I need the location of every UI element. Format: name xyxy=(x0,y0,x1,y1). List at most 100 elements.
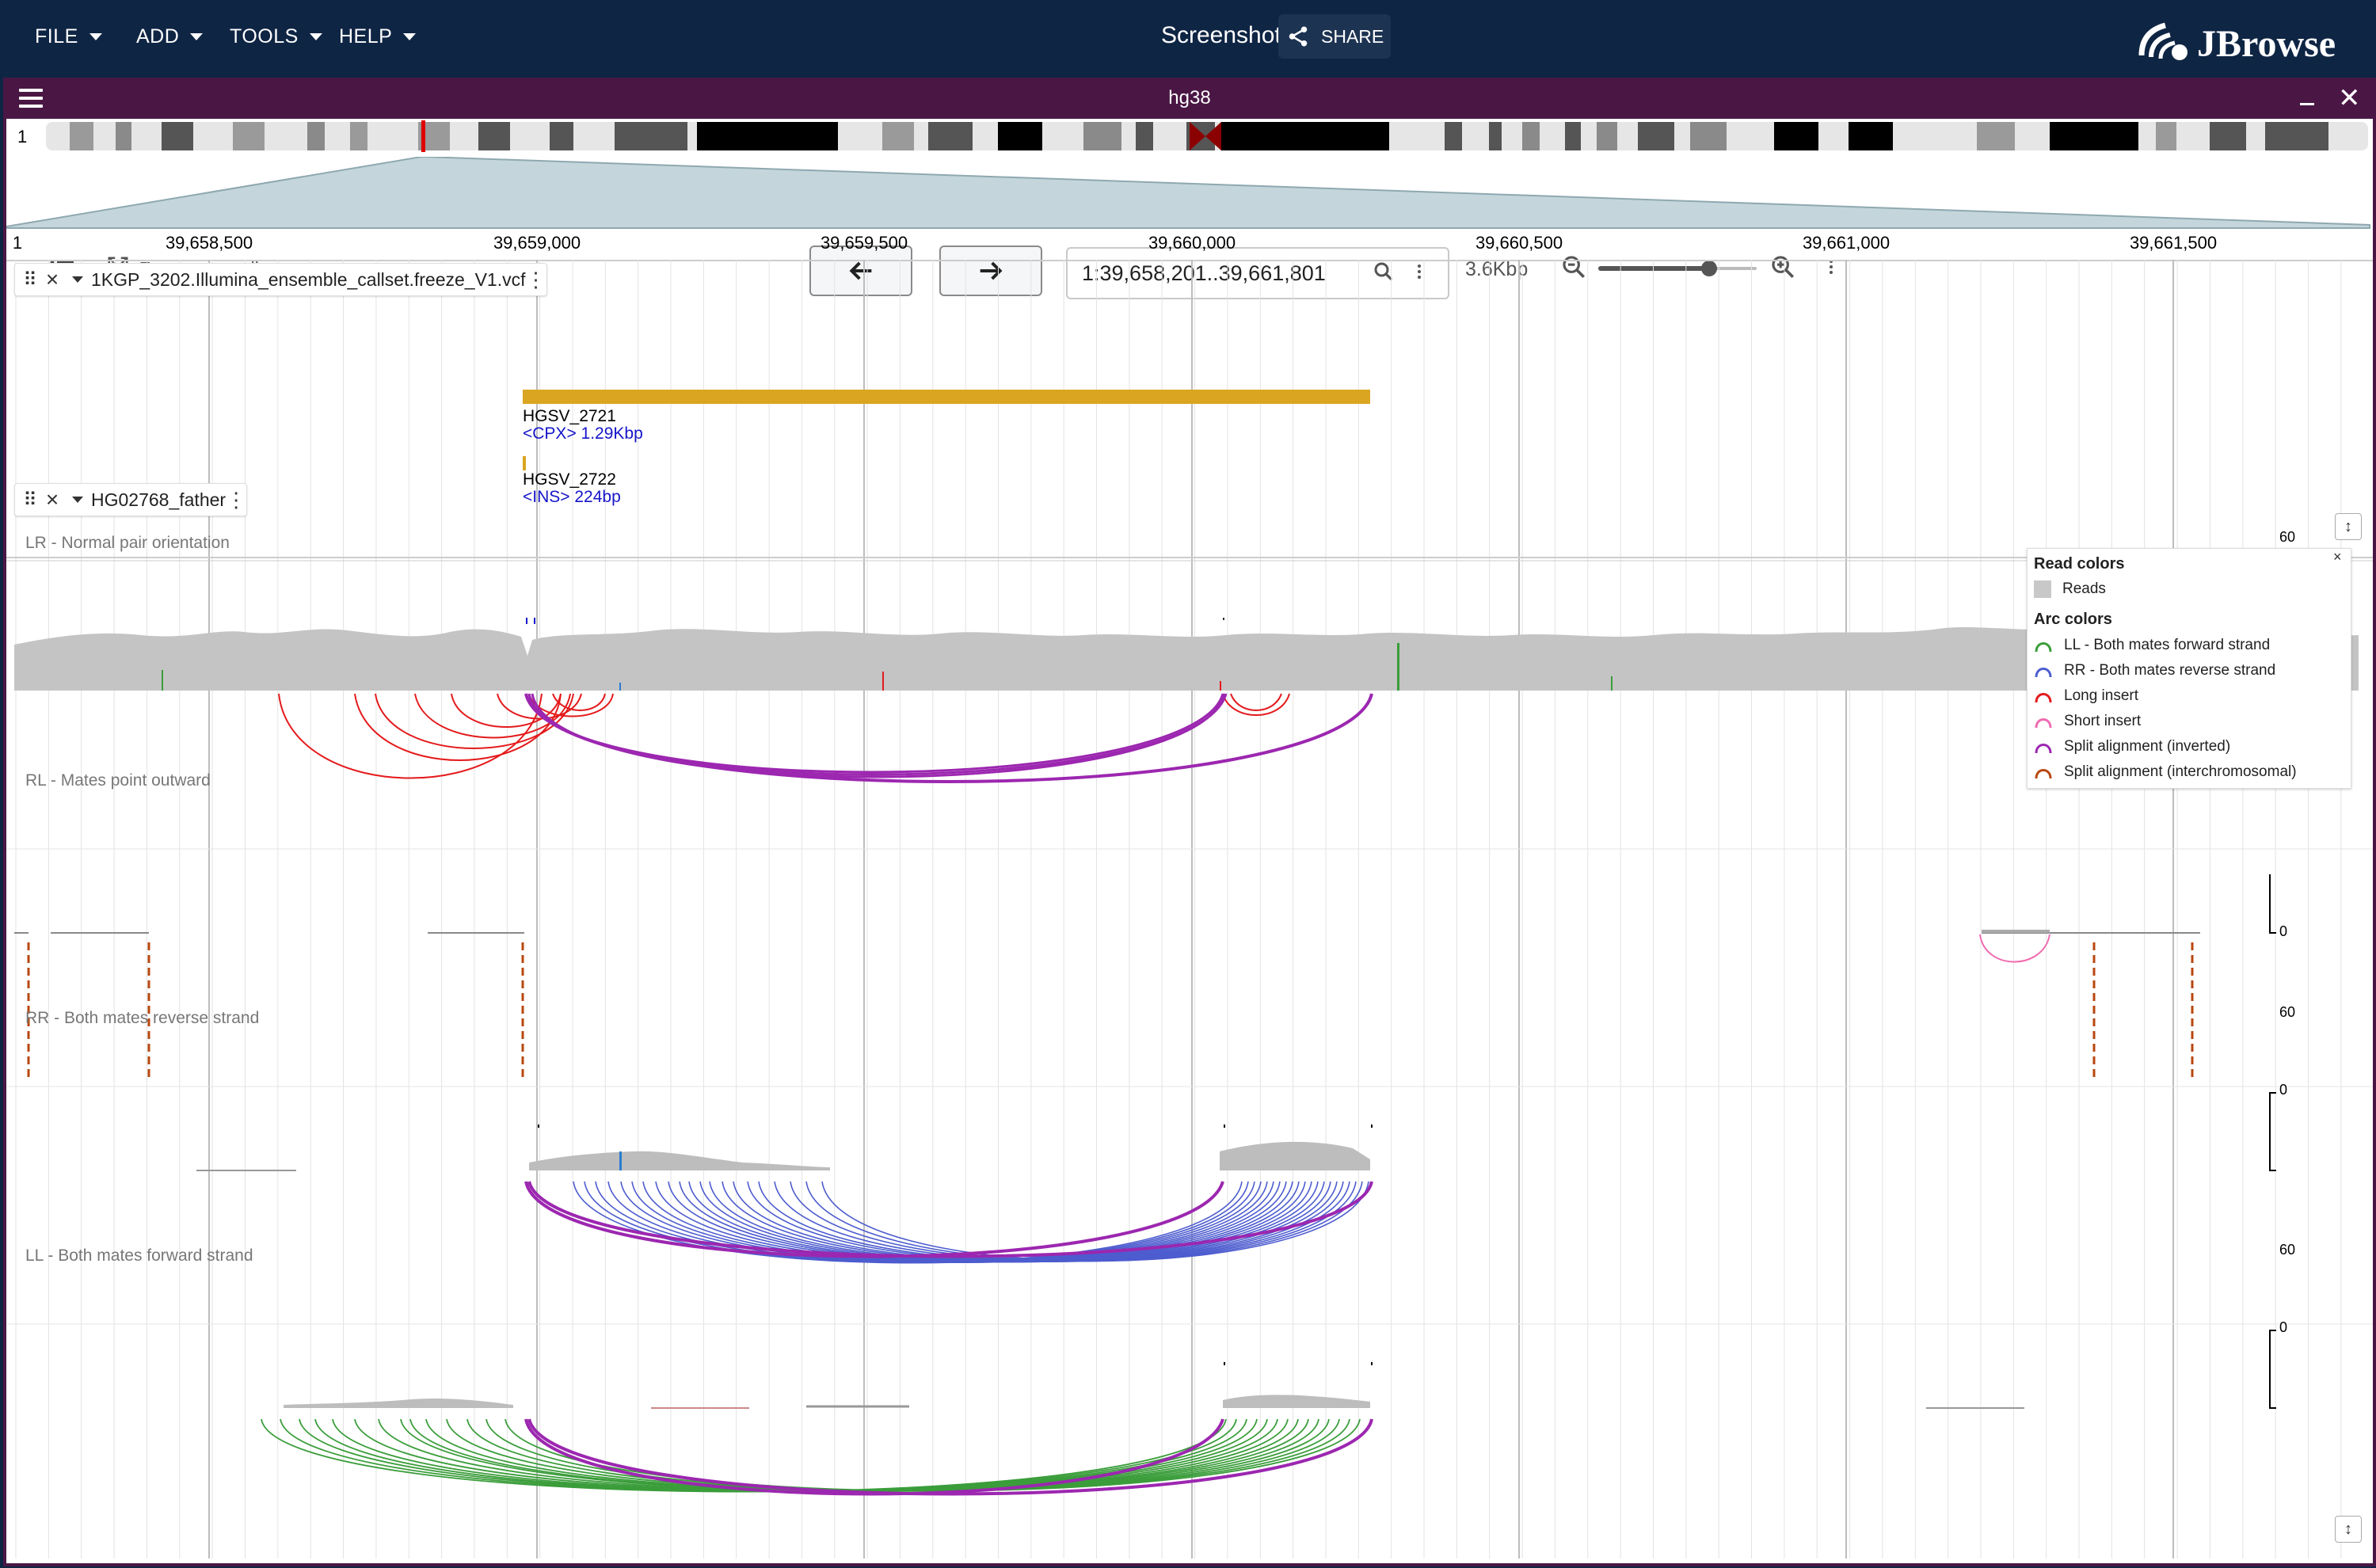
app-toolbar: FILE ADD TOOLS HELP Screenshot SHARE JBr… xyxy=(0,0,2376,76)
alignments-track-name: HG02768_father xyxy=(91,489,227,510)
drag-handle-icon[interactable]: ⠿ xyxy=(20,268,40,291)
subtrack-label: RR - Both mates reverse strand xyxy=(25,1009,260,1027)
tools-menu[interactable]: TOOLS xyxy=(230,0,322,73)
tracks-canvas[interactable] xyxy=(6,260,2373,1558)
add-menu-label: ADD xyxy=(136,25,180,48)
feature-description: <INS> 224bp xyxy=(523,488,621,506)
y-axis-max: 60 xyxy=(2279,529,2296,545)
close-track-icon[interactable]: × xyxy=(40,487,64,512)
legend-item-reads: Reads xyxy=(2034,580,2106,598)
share-icon xyxy=(1289,26,1308,47)
tools-menu-label: TOOLS xyxy=(230,25,299,48)
legend-item-label: Reads xyxy=(2062,580,2106,597)
feature-label: HGSV_2722 xyxy=(523,470,616,489)
legend-arc-item: LL - Both mates forward strand xyxy=(2034,636,2270,655)
arc-swatch-icon xyxy=(2035,642,2052,653)
track-resize-handle[interactable]: ↕ xyxy=(2335,1516,2362,1543)
add-menu[interactable]: ADD xyxy=(136,0,204,73)
coordinate-ruler[interactable]: 1 39,658,500 39,659,000 39,659,500 39,66… xyxy=(6,225,2373,261)
chromosome-label: 1 xyxy=(17,127,28,147)
track-menu-icon[interactable]: ⋮ xyxy=(526,268,546,292)
legend-arc-item: Split alignment (inverted) xyxy=(2034,737,2230,756)
ruler-tick: 39,660,000 xyxy=(1148,233,1236,253)
ruler-start-label: 1 xyxy=(12,233,23,253)
legend-item-label: RR - Both mates reverse strand xyxy=(2064,662,2276,679)
ll-subtrack-drawing xyxy=(261,1362,2024,1496)
arc-swatch-icon xyxy=(2035,693,2052,703)
share-button[interactable]: SHARE xyxy=(1278,14,1391,59)
chevron-down-icon xyxy=(309,32,322,40)
arc-swatch-icon xyxy=(2035,718,2052,729)
logo-icon xyxy=(2138,22,2188,60)
feature-label: HGSV_2721 xyxy=(523,407,616,425)
ruler-tick: 39,661,000 xyxy=(1802,233,1891,253)
ruler-tick: 39,661,500 xyxy=(2129,233,2218,253)
variant-feature-hgsv-2722[interactable] xyxy=(523,456,526,470)
vcf-track-name: 1KGP_3202.Illumina_ensemble_callset.free… xyxy=(91,268,526,290)
reads-swatch xyxy=(2034,580,2051,598)
alignments-track-label: ⠿ × HG02768_father ⋮ xyxy=(14,483,248,516)
legend-title-arc-colors: Arc colors xyxy=(2034,611,2112,628)
view-header: hg38 ✕ xyxy=(6,78,2373,119)
close-view-icon[interactable]: ✕ xyxy=(2338,82,2361,114)
lr-coverage xyxy=(14,618,2359,691)
chromosome-overview: 1 xyxy=(6,120,2373,157)
session-title: Screenshot xyxy=(1161,22,1281,48)
subtrack-label: LL - Both mates forward strand xyxy=(25,1246,253,1265)
rr-subtrack-drawing xyxy=(196,1125,1373,1264)
file-menu-label: FILE xyxy=(35,25,78,48)
subtrack-label: LR - Normal pair orientation xyxy=(25,534,230,552)
share-label: SHARE xyxy=(1321,25,1384,47)
legend-title-read-colors: Read colors xyxy=(2034,555,2125,573)
linear-genome-view: hg38 ✕ 1 1:39,658,201..39,661,801 3.6Kbp… xyxy=(3,78,2376,1566)
rl-subtrack-drawing xyxy=(14,930,2200,1079)
legend-item-label: Split alignment (inverted) xyxy=(2064,738,2231,755)
track-collapse-icon[interactable] xyxy=(72,276,83,283)
ruler-tick: 39,659,000 xyxy=(493,233,581,253)
variant-feature-hgsv-2721[interactable] xyxy=(523,390,1370,404)
grid-lines xyxy=(15,260,2342,1558)
arc-swatch-icon xyxy=(2035,769,2052,779)
legend-arc-item: Long insert xyxy=(2034,687,2138,706)
y-axis-min: 0 xyxy=(2279,1082,2288,1098)
legend-arc-item: Short insert xyxy=(2034,712,2141,731)
vcf-track-label: ⠿ × 1KGP_3202.Illumina_ensemble_callset.… xyxy=(14,263,547,296)
track-menu-icon[interactable]: ⋮ xyxy=(226,488,246,512)
y-axis-min: 0 xyxy=(2279,1319,2288,1335)
file-menu[interactable]: FILE xyxy=(35,0,102,73)
feature-description: <CPX> 1.29Kbp xyxy=(523,424,643,443)
chevron-down-icon xyxy=(190,32,204,40)
color-legend: × Read colors Reads Arc colors LL - Both… xyxy=(2027,548,2351,789)
track-collapse-icon[interactable] xyxy=(72,497,83,503)
arc-swatch-icon xyxy=(2035,668,2052,678)
y-axis-max: 60 xyxy=(2279,1242,2296,1258)
close-track-icon[interactable]: × xyxy=(40,267,64,292)
minimize-icon[interactable] xyxy=(2300,103,2314,105)
help-menu[interactable]: HELP xyxy=(339,0,417,73)
lr-arcs xyxy=(278,693,1373,783)
arc-swatch-icon xyxy=(2035,744,2052,754)
subtrack-label: RL - Mates point outward xyxy=(25,771,211,790)
help-menu-label: HELP xyxy=(339,25,393,48)
ruler-tick: 39,660,500 xyxy=(1475,233,1563,253)
chevron-down-icon xyxy=(89,32,102,40)
chromosome-ideogram[interactable] xyxy=(46,120,2376,152)
assembly-title: hg38 xyxy=(1168,87,1211,108)
legend-item-label: Long insert xyxy=(2064,687,2139,704)
rr-arc xyxy=(790,1181,1357,1262)
chevron-down-icon xyxy=(403,32,417,40)
ruler-tick: 39,658,500 xyxy=(165,233,253,253)
drag-handle-icon[interactable]: ⠿ xyxy=(20,489,40,512)
legend-item-label: Short insert xyxy=(2064,713,2142,729)
jbrowse-logo: JBrowse xyxy=(2134,16,2355,65)
legend-item-label: LL - Both mates forward strand xyxy=(2064,637,2271,653)
legend-arc-item: Split alignment (interchromosomal) xyxy=(2034,763,2297,782)
legend-item-label: Split alignment (interchromosomal) xyxy=(2064,763,2297,780)
logo-text: JBrowse xyxy=(2197,23,2336,65)
track-resize-handle[interactable]: ↕ xyxy=(2335,513,2362,540)
close-legend-icon[interactable]: × xyxy=(2333,549,2342,565)
legend-arc-item: RR - Both mates reverse strand xyxy=(2034,661,2275,680)
y-axis-max: 60 xyxy=(2279,1004,2296,1020)
y-axis-min: 0 xyxy=(2279,923,2288,939)
ruler-tick: 39,659,500 xyxy=(820,233,908,253)
